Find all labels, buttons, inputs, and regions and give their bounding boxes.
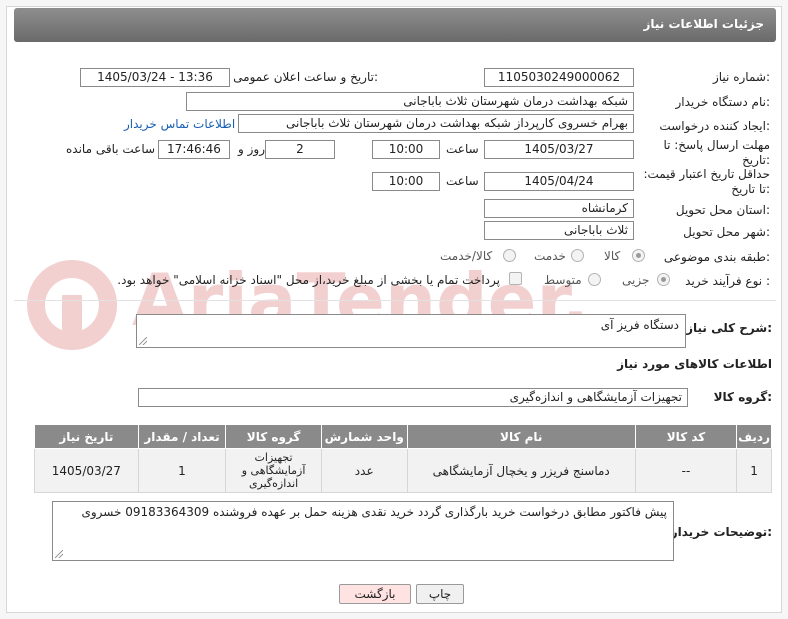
description-text: دستگاه فریز آی (600, 318, 679, 332)
deadline-date-field: 1405/03/27 (484, 140, 634, 159)
validity-time-label: ساعت (446, 174, 479, 188)
category-service-label: خدمت (534, 249, 566, 263)
province-field: کرمانشاه (484, 199, 634, 218)
announce-label: تاریخ و ساعت اعلان عمومی: (233, 70, 378, 84)
col-item-name: نام کالا (406, 424, 636, 449)
cell-unit: عدد (320, 448, 408, 493)
remaining-time-field: 17:46:46 (158, 140, 230, 159)
category-label: طبقه بندی موضوعی: (663, 250, 770, 264)
resize-grip-icon[interactable] (55, 550, 63, 558)
table-row: 1 -- دماسنج فریزر و یخچال آزمایشگاهی عدد… (34, 448, 772, 493)
process-minor-radio[interactable] (657, 273, 670, 286)
buyer-notes-label: توضیحات خریدار: (670, 525, 772, 539)
province-label: استان محل تحویل: (675, 203, 770, 217)
items-table: ردیف کد کالا نام کالا واحد شمارش گروه کا… (34, 424, 772, 493)
cell-quantity: 1 (137, 448, 227, 493)
page-header: جزئیات اطلاعات نیاز (14, 8, 776, 42)
days-label: روز و (238, 142, 265, 156)
remaining-label: ساعت باقی مانده (66, 142, 156, 156)
page-title: جزئیات اطلاعات نیاز (643, 17, 764, 31)
buyer-notes-field: پیش فاکتور مطابق درخواست خرید بارگذاری گ… (52, 501, 674, 561)
announce-datetime-field: 1405/03/24 - 13:36 (80, 68, 230, 87)
items-table-header-row: ردیف کد کالا نام کالا واحد شمارش گروه کا… (34, 424, 772, 449)
process-minor-label: جزیی (622, 273, 650, 287)
col-row-number: ردیف (736, 424, 772, 449)
buyer-notes-text: پیش فاکتور مطابق درخواست خرید بارگذاری گ… (81, 505, 667, 519)
goods-section-title: اطلاعات کالاهای مورد نیاز (617, 357, 772, 371)
buyer-contact-link[interactable]: اطلاعات تماس خریدار (124, 117, 235, 131)
cell-need-date: 1405/03/27 (34, 448, 139, 493)
validity-time-field: 10:00 (372, 172, 440, 191)
days-remaining-field: 2 (265, 140, 335, 159)
city-field: ثلاث باباجانی (484, 221, 634, 240)
process-medium-label: متوسط (544, 273, 582, 287)
cell-item-name: دماسنج فریزر و یخچال آزمایشگاهی (406, 448, 636, 493)
col-item-code: کد کالا (634, 424, 738, 449)
category-goods-service-radio[interactable] (503, 249, 516, 262)
cell-goods-group: تجهیزات آزمایشگاهی و اندازه‌گیری (225, 448, 322, 493)
category-goods-radio[interactable] (632, 249, 645, 262)
col-quantity: تعداد / مقدار (137, 424, 227, 449)
deadline-label: مهلت ارسال پاسخ: تا تاریخ: (663, 138, 770, 167)
creator-field: بهرام خسروی کارپرداز شبکه بهداشت درمان ش… (238, 114, 634, 133)
need-number-label: شماره نیاز: (712, 70, 770, 84)
need-number-field: 1105030249000062 (484, 68, 634, 87)
deadline-time-field: 10:00 (372, 140, 440, 159)
city-label: شهر محل تحویل: (683, 225, 770, 239)
divider (14, 300, 776, 301)
description-field: دستگاه فریز آی (136, 314, 686, 348)
resize-grip-icon[interactable] (139, 337, 147, 345)
category-goods-service-label: کالا/خدمت (440, 249, 493, 263)
category-service-radio[interactable] (571, 249, 584, 262)
buyer-org-field: شبکه بهداشت درمان شهرستان ثلاث باباجانی (186, 92, 634, 111)
description-label: شرح کلی نیاز: (686, 321, 772, 335)
treasury-payment-checkbox[interactable] (509, 272, 522, 285)
col-unit: واحد شمارش (320, 424, 408, 449)
col-goods-group: گروه کالا (225, 424, 322, 449)
goods-group-field: تجهیزات آزمایشگاهی و اندازه‌گیری (138, 388, 688, 407)
goods-group-label: گروه کالا: (713, 390, 772, 404)
col-need-date: تاریخ نیاز (34, 424, 139, 449)
treasury-payment-note: پرداخت تمام یا بخشی از مبلغ خرید،از محل … (117, 273, 500, 287)
buyer-org-label: نام دستگاه خریدار: (675, 95, 771, 109)
category-goods-label: کالا (604, 249, 621, 263)
print-button[interactable]: چاپ (416, 584, 464, 604)
process-medium-radio[interactable] (588, 273, 601, 286)
validity-date-field: 1405/04/24 (484, 172, 634, 191)
cell-item-code: -- (634, 448, 738, 493)
cell-row-number: 1 (736, 448, 772, 493)
deadline-time-label: ساعت (446, 142, 479, 156)
back-button[interactable]: بازگشت (339, 584, 411, 604)
process-label: نوع فرآیند خرید : (685, 274, 770, 288)
validity-label: حداقل تاریخ اعتبار قیمت: تا تاریخ: (643, 167, 770, 196)
creator-label: ایجاد کننده درخواست: (659, 119, 770, 133)
